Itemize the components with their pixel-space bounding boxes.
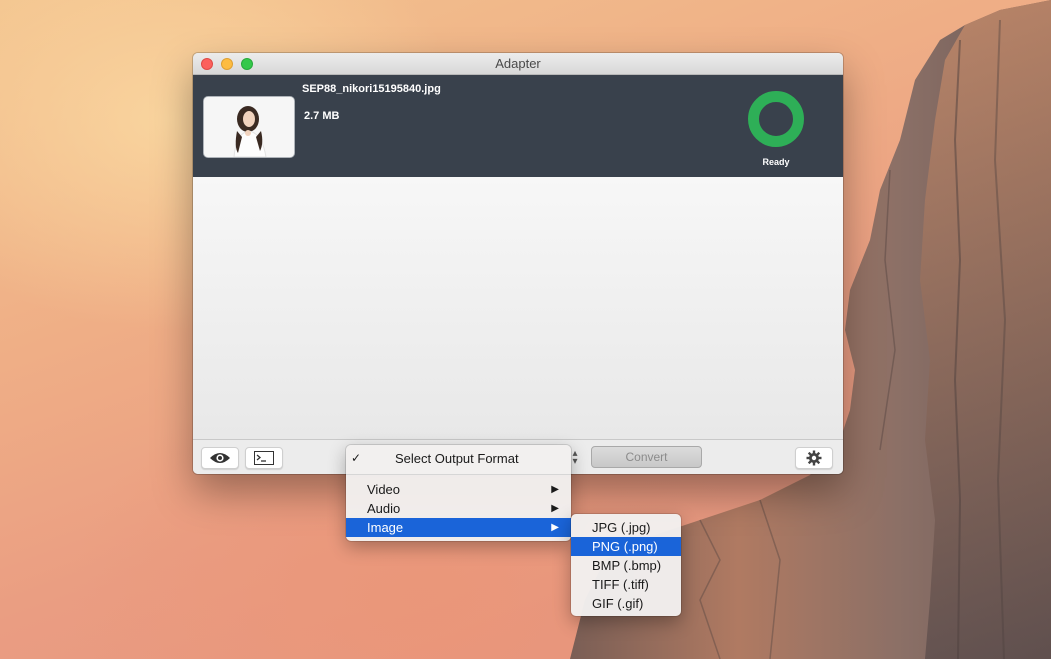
menu-item-image[interactable]: Image ▶: [346, 518, 571, 537]
maximize-window-button[interactable]: [241, 58, 253, 70]
preview-button[interactable]: [201, 447, 239, 469]
file-list-area[interactable]: [193, 177, 843, 439]
menu-item-gif[interactable]: GIF (.gif): [571, 594, 681, 613]
menu-item-label: Image: [367, 520, 404, 535]
image-format-submenu: JPG (.jpg) PNG (.png) BMP (.bmp) TIFF (.…: [571, 514, 681, 616]
menu-item-label: Audio: [367, 501, 401, 516]
adapter-window: Adapter SEP88_nikori15195840.jpg 2.7 MB …: [193, 53, 843, 474]
menu-item-video[interactable]: Video ▶: [346, 480, 571, 499]
menu-item-bmp[interactable]: BMP (.bmp): [571, 556, 681, 575]
window-title: Adapter: [495, 56, 541, 71]
menu-item-label: Select Output Format: [395, 451, 519, 466]
menu-item-label: PNG (.png): [592, 539, 658, 554]
progress-ring-icon: [748, 91, 804, 147]
file-size: 2.7 MB: [304, 110, 340, 122]
menu-item-png[interactable]: PNG (.png): [571, 537, 681, 556]
file-row[interactable]: SEP88_nikori15195840.jpg 2.7 MB Ready: [193, 75, 843, 177]
menu-item-label: Video: [367, 482, 401, 497]
terminal-button[interactable]: [245, 447, 283, 469]
close-window-button[interactable]: [201, 58, 213, 70]
menu-item-audio[interactable]: Audio ▶: [346, 499, 571, 518]
file-thumbnail: [204, 97, 294, 157]
gear-icon: [806, 450, 822, 466]
checkmark-icon: ✓: [351, 451, 362, 465]
minimize-window-button[interactable]: [221, 58, 233, 70]
submenu-arrow-icon: ▶: [551, 484, 559, 495]
menu-separator: [346, 474, 571, 475]
menu-item-select-output-format[interactable]: ✓ Select Output Format: [346, 449, 571, 468]
submenu-arrow-icon: ▶: [551, 503, 559, 514]
submenu-arrow-icon: ▶: [551, 522, 559, 533]
menu-item-label: JPG (.jpg): [592, 520, 651, 535]
menu-item-tiff[interactable]: TIFF (.tiff): [571, 575, 681, 594]
menu-item-label: GIF (.gif): [592, 596, 644, 611]
status-label: Ready: [762, 157, 790, 167]
terminal-icon: [254, 451, 274, 465]
settings-button[interactable]: [795, 447, 833, 469]
title-bar[interactable]: Adapter: [193, 53, 843, 75]
menu-item-label: BMP (.bmp): [592, 558, 662, 573]
menu-item-label: TIFF (.tiff): [592, 577, 649, 592]
eye-icon: [210, 453, 230, 463]
convert-button[interactable]: Convert: [591, 446, 702, 468]
file-name: SEP88_nikori15195840.jpg: [302, 83, 441, 95]
menu-item-jpg[interactable]: JPG (.jpg): [571, 518, 681, 537]
output-format-menu: ✓ Select Output Format Video ▶ Audio ▶ I…: [346, 445, 571, 541]
